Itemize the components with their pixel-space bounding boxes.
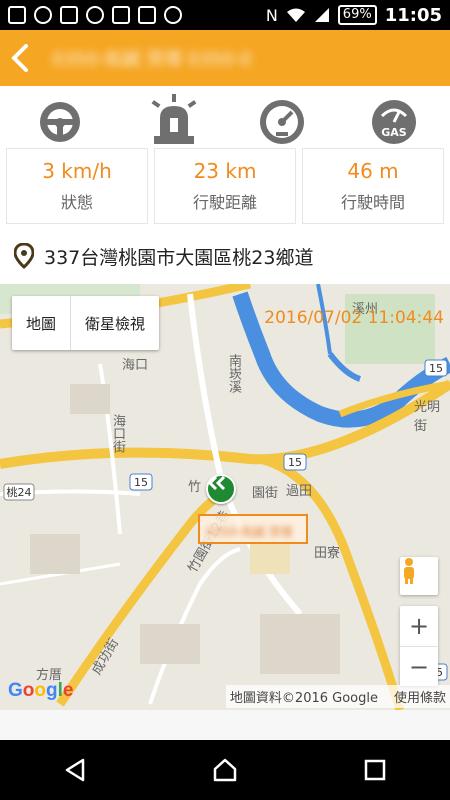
- map-attribution: 地圖資料©2016 Google 使用條款: [225, 685, 450, 708]
- gallery-icon: [60, 6, 78, 24]
- wifi-icon: [286, 8, 305, 22]
- stat-value: 3 km/h: [42, 159, 112, 183]
- address-text: 337台灣桃園市大園區桃23鄉道: [44, 246, 314, 269]
- siren-icon: [146, 92, 206, 148]
- map-label: 田寮: [314, 546, 341, 561]
- pegman-icon: [404, 558, 414, 584]
- zoom-out-button[interactable]: −: [400, 646, 438, 686]
- zoom-in-button[interactable]: +: [400, 606, 438, 646]
- gas-label: GAS: [381, 126, 407, 139]
- vehicle-marker[interactable]: [206, 474, 236, 504]
- terms-link[interactable]: 使用條款: [394, 687, 446, 706]
- stat-status: 3 km/h 狀態: [6, 148, 148, 224]
- notification-icons: [8, 6, 182, 24]
- back-triangle-icon: [65, 758, 85, 782]
- stat-drive-time: 46 m 行駛時間: [302, 148, 444, 224]
- speedometer-icon: [254, 92, 314, 148]
- plate-text: 0350-佑誠 货增: [206, 525, 293, 539]
- stat-distance: 23 km 行駛距離: [154, 148, 296, 224]
- page-title: 0350-佑誠 货增 0350-0: [52, 49, 252, 70]
- signal-icon: [314, 8, 329, 22]
- stat-icons-row: GAS: [0, 92, 450, 148]
- nav-back-button[interactable]: [50, 745, 100, 795]
- map-label: 南崁溪: [226, 354, 241, 393]
- map-type-toggle: 地圖 衛星檢視: [12, 296, 160, 350]
- no-sync-icon: [164, 6, 182, 24]
- map-label: 竹: [188, 480, 202, 495]
- map-data-credit: 地圖資料©2016 Google: [229, 691, 378, 706]
- map-type-map-button[interactable]: 地圖: [12, 296, 72, 350]
- map-label: 過田: [286, 484, 313, 499]
- nav-recents-button[interactable]: [350, 745, 400, 795]
- double-chevron-left-icon: [208, 476, 226, 490]
- gas-gauge-icon: GAS: [366, 92, 426, 148]
- map-label: 光明街: [414, 400, 441, 434]
- mail-icon: [112, 6, 130, 24]
- stat-label: 行駛距離: [192, 193, 257, 212]
- map-label: 園街: [252, 486, 279, 501]
- nfc-icon: N: [265, 5, 278, 25]
- address-row: 337台灣桃園市大園區桃23鄉道: [14, 236, 313, 276]
- nav-home-button[interactable]: [200, 745, 250, 795]
- line-icon: [34, 6, 52, 24]
- route-15-shield: 15: [288, 456, 302, 469]
- clock: 11:05: [384, 4, 442, 26]
- app-bar: 0350-佑誠 货增 0350-0: [0, 30, 450, 86]
- stat-value: 46 m: [347, 159, 399, 183]
- location-pin-icon: [14, 243, 34, 269]
- position-timestamp: 2016/07/02 11:04:44: [264, 308, 444, 328]
- map-view[interactable]: 15 15 15 桃24 15 海口 南崁溪 溪州 光明街 過田 園街 竹 田寮…: [0, 284, 450, 710]
- bottom-spacer: [0, 710, 450, 740]
- screen: N 69% 11:05 0350-佑誠 货增 0350-0 GAS 3 km/h: [0, 0, 450, 800]
- map-type-satellite-button[interactable]: 衛星檢視: [71, 296, 159, 350]
- shield-icon: [86, 6, 104, 24]
- stat-label: 狀態: [60, 193, 93, 212]
- map-label: 海口街: [110, 414, 125, 453]
- route-15-shield: 15: [429, 362, 443, 375]
- chevron-left-icon: [11, 44, 28, 72]
- stat-label: 行駛時間: [340, 193, 405, 212]
- stats-row: 3 km/h 狀態 23 km 行駛距離 46 m 行駛時間: [6, 148, 444, 224]
- steering-wheel-icon: [32, 92, 92, 148]
- back-button[interactable]: [0, 30, 40, 86]
- home-icon: [213, 758, 237, 782]
- stat-value: 23 km: [193, 159, 257, 183]
- status-bar: N 69% 11:05: [0, 0, 450, 30]
- file-icon: [138, 6, 156, 24]
- street-view-button[interactable]: [400, 557, 438, 595]
- route-tao24-shield: 桃24: [7, 485, 32, 499]
- route-15-shield: 15: [134, 476, 148, 489]
- vehicle-plate-label: 0350-佑誠 货增: [198, 514, 308, 544]
- battery-indicator: 69%: [337, 5, 377, 25]
- google-logo: Google: [8, 680, 74, 701]
- system-nav-bar: [0, 740, 450, 800]
- recents-square-icon: [364, 759, 386, 781]
- notification-app-icon: [8, 6, 26, 24]
- map-label: 海口: [122, 358, 149, 373]
- zoom-controls: + −: [400, 606, 438, 686]
